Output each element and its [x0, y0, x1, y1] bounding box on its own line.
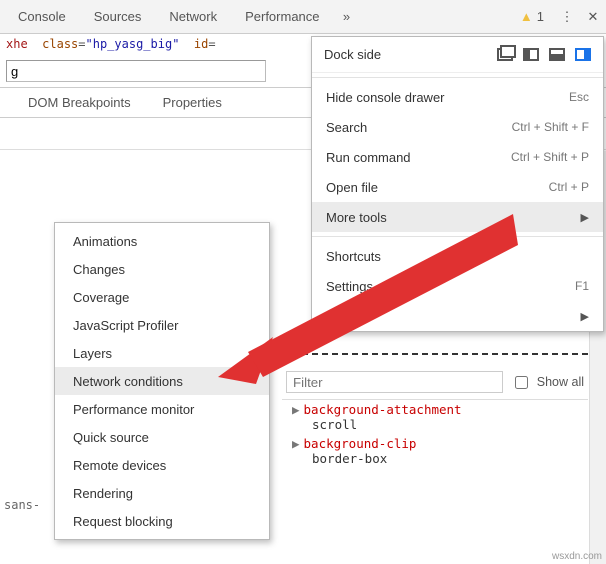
dock-undock-icon[interactable]	[497, 48, 513, 61]
more-tools-changes[interactable]: Changes	[55, 255, 269, 283]
css-value: scroll	[292, 417, 584, 432]
computed-styles-panel: Show all ▶background-attachment scroll ▶…	[282, 353, 588, 468]
more-tools-remote-devices[interactable]: Remote devices	[55, 451, 269, 479]
warning-badge[interactable]: ▲ 1	[510, 9, 554, 24]
warning-icon: ▲	[520, 9, 533, 24]
chevron-right-icon: ▶	[581, 211, 589, 224]
dock-side-row: Dock side	[312, 37, 603, 73]
dock-right-icon[interactable]	[575, 48, 591, 61]
settings-menu: Dock side Hide console drawer Esc Search…	[311, 36, 604, 332]
more-tools-rendering[interactable]: Rendering	[55, 479, 269, 507]
show-all-toggle[interactable]: Show all	[511, 373, 584, 392]
computed-filter-row: Show all	[282, 365, 588, 400]
dock-left-icon[interactable]	[523, 48, 539, 61]
truncated-text: sans-	[0, 490, 52, 520]
more-tools-layers[interactable]: Layers	[55, 339, 269, 367]
more-tools-submenu: Animations Changes Coverage JavaScript P…	[54, 222, 270, 540]
show-all-checkbox[interactable]	[515, 376, 528, 389]
devtools-tabstrip: Console Sources Network Performance » ▲ …	[0, 0, 606, 34]
more-tools-quick-source[interactable]: Quick source	[55, 423, 269, 451]
expand-icon[interactable]: ▶	[292, 402, 300, 417]
close-devtools-button[interactable]: ✕	[580, 4, 606, 30]
tabs-overflow-button[interactable]: »	[334, 4, 360, 30]
css-property-row[interactable]: ▶background-attachment scroll	[282, 400, 588, 434]
computed-filter-input[interactable]	[286, 371, 503, 393]
more-tools-js-profiler[interactable]: JavaScript Profiler	[55, 311, 269, 339]
more-tools-performance-monitor[interactable]: Performance monitor	[55, 395, 269, 423]
dashed-separator	[282, 353, 588, 355]
menu-search[interactable]: Search Ctrl + Shift + F	[312, 112, 603, 142]
menu-divider	[312, 77, 603, 78]
subtab-dom-breakpoints[interactable]: DOM Breakpoints	[12, 95, 147, 110]
filter-input[interactable]	[6, 60, 266, 82]
watermark: wsxdn.com	[552, 551, 602, 562]
more-tools-request-blocking[interactable]: Request blocking	[55, 507, 269, 535]
menu-open-file[interactable]: Open file Ctrl + P	[312, 172, 603, 202]
more-tools-network-conditions[interactable]: Network conditions	[55, 367, 269, 395]
tab-network[interactable]: Network	[155, 0, 231, 33]
menu-hide-console-drawer[interactable]: Hide console drawer Esc	[312, 82, 603, 112]
menu-divider	[312, 236, 603, 237]
dock-bottom-icon[interactable]	[549, 48, 565, 61]
kebab-menu-button[interactable]: ⋮	[554, 4, 580, 30]
subtab-properties[interactable]: Properties	[147, 95, 238, 110]
chevron-right-icon: ▶	[581, 310, 589, 323]
css-property-row[interactable]: ▶background-clip border-box	[282, 434, 588, 468]
tab-sources[interactable]: Sources	[80, 0, 156, 33]
expand-icon[interactable]: ▶	[292, 436, 300, 451]
css-value: border-box	[292, 451, 584, 466]
tab-console[interactable]: Console	[4, 0, 80, 33]
dock-side-label: Dock side	[324, 47, 487, 62]
menu-run-command[interactable]: Run command Ctrl + Shift + P	[312, 142, 603, 172]
menu-help[interactable]: Help ▶	[312, 301, 603, 331]
menu-settings[interactable]: Settings F1	[312, 271, 603, 301]
tab-performance[interactable]: Performance	[231, 0, 333, 33]
show-all-label: Show all	[537, 375, 584, 389]
more-tools-coverage[interactable]: Coverage	[55, 283, 269, 311]
menu-more-tools[interactable]: More tools ▶	[312, 202, 603, 232]
menu-shortcuts[interactable]: Shortcuts	[312, 241, 603, 271]
more-tools-animations[interactable]: Animations	[55, 227, 269, 255]
warning-count: 1	[537, 9, 544, 24]
